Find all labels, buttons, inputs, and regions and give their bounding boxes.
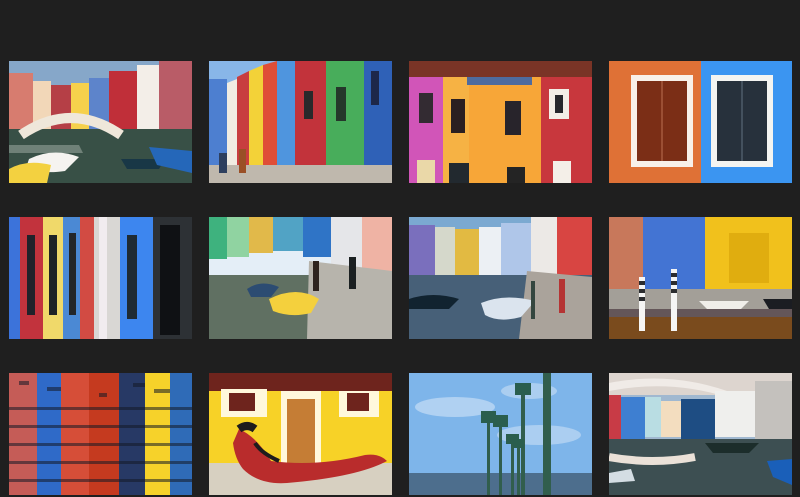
thumbnail-image <box>209 217 392 339</box>
thumbnail-image <box>9 61 192 183</box>
thumbnail-image <box>409 217 592 339</box>
thumbnail-burano-lamp-posts-sky[interactable] <box>409 373 592 495</box>
thumbnail-burano-bridge-canal-boats[interactable] <box>9 61 192 183</box>
thumbnail-image <box>609 217 792 339</box>
thumbnail-burano-street-colored-houses[interactable] <box>209 61 392 183</box>
thumbnail-burano-blue-yellow-mooring-poles[interactable] <box>609 217 792 339</box>
thumbnail-image <box>409 373 592 495</box>
thumbnail-burano-canal-yellow-boat[interactable] <box>209 217 392 339</box>
thumbnail-burano-canal-reflections[interactable] <box>9 373 192 495</box>
thumbnail-image <box>609 373 792 495</box>
thumbnail-burano-canal-boats-reflection[interactable] <box>409 217 592 339</box>
thumbnail-burano-yellow-house-red-boat[interactable] <box>209 373 392 495</box>
thumbnail-burano-painted-facades-balconies[interactable] <box>409 61 592 183</box>
thumbnail-burano-striped-facades[interactable] <box>9 217 192 339</box>
thumbnail-image <box>209 373 392 495</box>
gallery-page <box>0 0 800 497</box>
thumbnail-image <box>209 61 392 183</box>
thumbnail-burano-bridge-reflection[interactable] <box>609 373 792 495</box>
thumbnail-image <box>9 217 192 339</box>
thumbnail-image <box>609 61 792 183</box>
thumbnail-image <box>409 61 592 183</box>
thumbnail-grid <box>9 61 792 497</box>
thumbnail-burano-windows-orange-blue[interactable] <box>609 61 792 183</box>
thumbnail-image <box>9 373 192 495</box>
